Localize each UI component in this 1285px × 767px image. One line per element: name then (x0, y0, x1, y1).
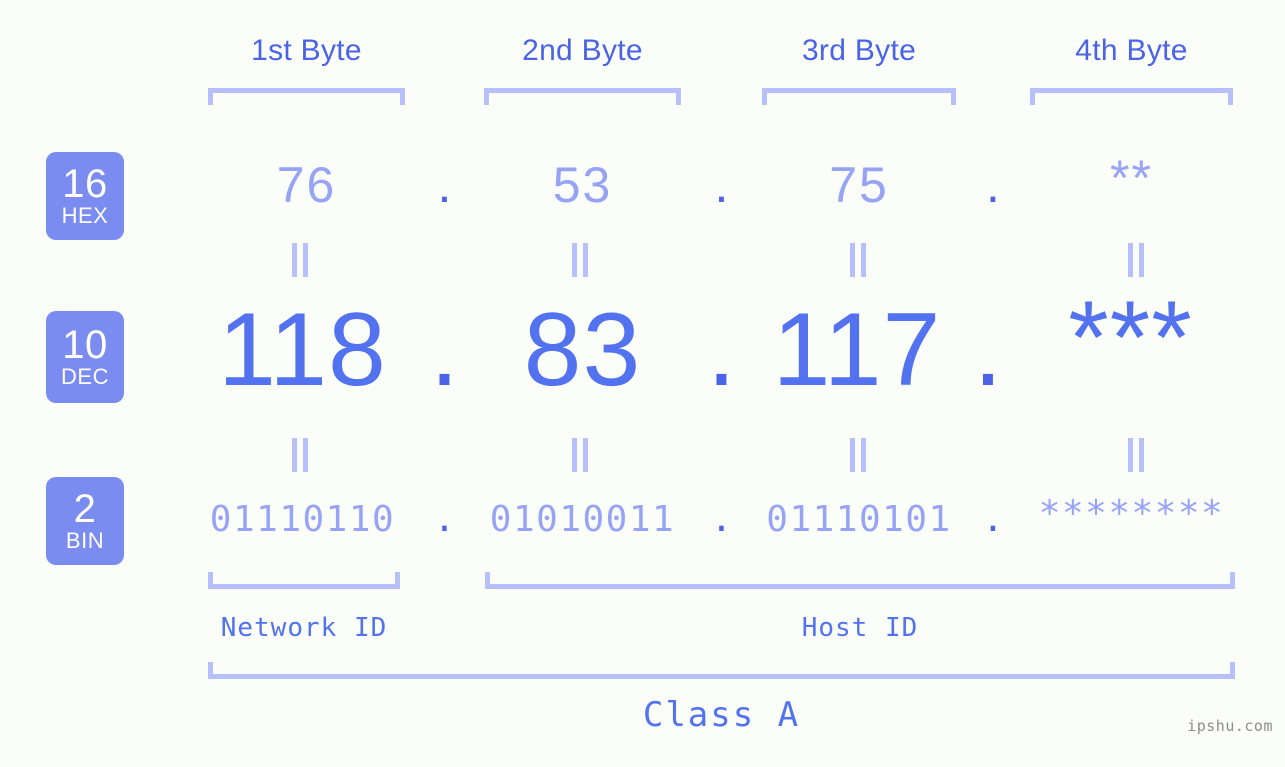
equals-mark-hex-dec-2 (567, 243, 593, 277)
equals-bar (572, 243, 577, 277)
bin-byte-4-value: ******** (1038, 493, 1225, 534)
hex-separator-3-glyph: . (986, 157, 1000, 213)
dec-byte-3: 117 (758, 294, 956, 406)
byte-header-4: 4th Byte (1030, 30, 1233, 72)
byte-header-1-label: 1st Byte (251, 34, 362, 67)
network-id-caption: Network ID (208, 612, 400, 644)
class-label: Class A (642, 695, 801, 735)
hex-separator-1-glyph: . (437, 157, 452, 213)
byte-bracket-top-1 (208, 88, 405, 105)
dec-separator-2: . (681, 294, 762, 406)
bin-separator-2-glyph: . (710, 499, 733, 540)
radix-badge-bin: 2 BIN (46, 477, 124, 565)
bin-byte-1-value: 01110110 (209, 499, 396, 540)
hex-separator-2: . (681, 155, 762, 215)
equals-bar (861, 243, 866, 277)
host-id-label: Host ID (801, 613, 919, 643)
bin-separator-1: . (405, 497, 484, 543)
bin-byte-4: ******** (1030, 491, 1233, 537)
equals-bar (1139, 438, 1144, 472)
bin-byte-2: 01010011 (484, 497, 681, 543)
radix-badge-dec-name: DEC (61, 364, 109, 389)
radix-badge-hex-name: HEX (61, 203, 109, 228)
bin-byte-2-value: 01010011 (489, 499, 676, 540)
bin-byte-3: 01110101 (762, 497, 956, 543)
dec-byte-2: 83 (484, 294, 681, 406)
equals-bar (850, 243, 855, 277)
equals-bar (1128, 438, 1133, 472)
byte-header-4-label: 4th Byte (1075, 34, 1188, 67)
class-caption: Class A (208, 694, 1235, 736)
hex-byte-3-value: 75 (829, 157, 889, 213)
equals-bar (1128, 243, 1133, 277)
network-id-bracket (208, 572, 400, 589)
equals-mark-hex-dec-1 (287, 243, 313, 277)
radix-badge-hex: 16 HEX (46, 152, 124, 240)
byte-header-2-label: 2nd Byte (522, 34, 643, 67)
equals-mark-hex-dec-4 (1123, 243, 1149, 277)
byte-header-3-label: 3rd Byte (801, 34, 917, 67)
radix-badge-dec: 10 DEC (46, 311, 124, 403)
radix-badge-bin-number: 2 (73, 487, 97, 531)
dec-separator-3: . (952, 294, 1024, 406)
radix-badge-dec-number: 10 (62, 323, 108, 367)
hex-byte-2-value: 53 (552, 157, 613, 213)
network-id-label: Network ID (220, 613, 388, 643)
equals-mark-dec-bin-3 (845, 438, 871, 472)
equals-mark-dec-bin-2 (567, 438, 593, 472)
hex-separator-2-glyph: . (714, 157, 729, 213)
equals-bar (861, 438, 866, 472)
host-id-caption: Host ID (485, 612, 1235, 644)
hex-separator-1: . (405, 155, 484, 215)
radix-badge-bin-name: BIN (65, 528, 105, 553)
site-watermark: ipshu.com (1187, 717, 1273, 735)
radix-badge-hex-number: 16 (62, 162, 108, 206)
equals-mark-dec-bin-1 (287, 438, 313, 472)
dec-separator-2-glyph: . (707, 292, 736, 408)
equals-bar (292, 243, 297, 277)
hex-byte-4-value: ** (1110, 150, 1153, 206)
byte-header-2: 2nd Byte (484, 30, 681, 72)
equals-bar (572, 438, 577, 472)
equals-bar (303, 438, 308, 472)
hex-byte-3: 75 (762, 155, 956, 215)
dec-byte-4-value: *** (1068, 280, 1193, 396)
ip-breakdown-diagram: 1st Byte 2nd Byte 3rd Byte 4th Byte 16 H… (0, 0, 1285, 767)
hex-byte-1-value: 76 (276, 157, 337, 213)
equals-bar (303, 243, 308, 277)
dec-byte-2-value: 83 (523, 292, 642, 408)
dec-byte-1-value: 118 (218, 292, 387, 408)
byte-header-3: 3rd Byte (762, 30, 956, 72)
dec-byte-4: *** (1022, 282, 1239, 394)
dec-separator-1: . (405, 294, 484, 406)
bin-separator-3: . (956, 497, 1030, 543)
hex-separator-3: . (956, 155, 1030, 215)
byte-header-1: 1st Byte (208, 30, 405, 72)
hex-byte-2: 53 (484, 155, 681, 215)
hex-byte-4: ** (1030, 148, 1233, 208)
byte-bracket-top-3 (762, 88, 956, 105)
bin-separator-3-glyph: . (982, 499, 1004, 540)
host-id-bracket (485, 572, 1235, 589)
equals-mark-dec-bin-4 (1123, 438, 1149, 472)
bin-separator-2: . (681, 497, 762, 543)
equals-bar (583, 438, 588, 472)
dec-byte-1: 118 (200, 294, 405, 406)
bin-separator-1-glyph: . (433, 499, 456, 540)
hex-byte-1: 76 (208, 155, 405, 215)
equals-mark-hex-dec-3 (845, 243, 871, 277)
site-watermark-text: ipshu.com (1187, 717, 1273, 735)
equals-bar (850, 438, 855, 472)
class-bracket (208, 662, 1235, 679)
byte-bracket-top-4 (1030, 88, 1233, 105)
dec-byte-3-value: 117 (772, 292, 942, 408)
equals-bar (1139, 243, 1144, 277)
dec-separator-3-glyph: . (973, 292, 1003, 408)
equals-bar (292, 438, 297, 472)
bin-byte-3-value: 01110101 (766, 499, 952, 540)
byte-bracket-top-2 (484, 88, 681, 105)
bin-byte-1: 01110110 (200, 497, 405, 543)
dec-separator-1-glyph: . (430, 292, 459, 408)
equals-bar (583, 243, 588, 277)
